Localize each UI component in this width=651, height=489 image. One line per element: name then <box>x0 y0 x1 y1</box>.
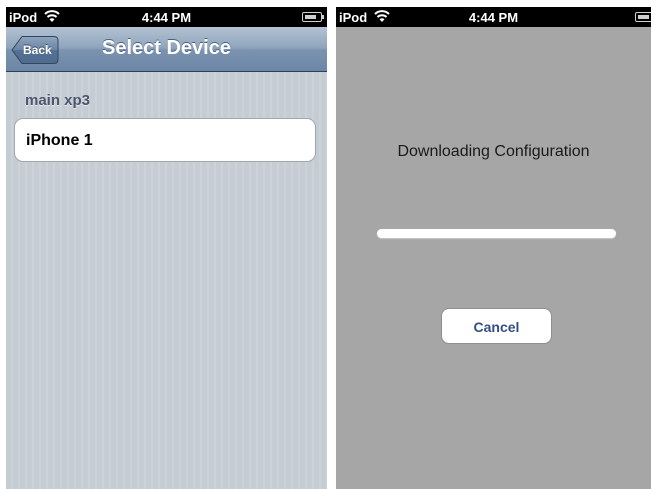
download-message: Downloading Configuration <box>397 143 590 160</box>
cancel-button[interactable]: Cancel <box>441 308 552 344</box>
battery-fill <box>638 15 650 19</box>
navigation-bar: Back Select Device <box>6 27 327 72</box>
battery-icon <box>302 12 324 22</box>
section-header: main xp3 <box>25 92 91 109</box>
battery-icon <box>635 12 651 22</box>
device-select-screen: iPod 4:44 PM Back Select Device main xp3… <box>6 7 327 489</box>
cancel-button-label: Cancel <box>473 319 520 335</box>
clock: 4:44 PM <box>141 10 192 25</box>
download-progress-fill <box>377 229 616 238</box>
battery-fill <box>305 15 317 19</box>
device-cell-iphone-1[interactable]: iPhone 1 <box>14 118 316 162</box>
clock: 4:44 PM <box>468 10 519 25</box>
status-bar: iPod 4:44 PM <box>6 7 327 27</box>
page-title: Select Device <box>102 37 231 59</box>
download-progress-screen: iPod 4:44 PM Downloading Configuration C… <box>336 7 651 489</box>
download-progress-bar <box>377 229 616 238</box>
status-bar: iPod 4:44 PM <box>336 7 651 27</box>
device-cell-label: iPhone 1 <box>26 132 93 149</box>
grouped-table: main xp3 iPhone 1 <box>6 72 327 489</box>
